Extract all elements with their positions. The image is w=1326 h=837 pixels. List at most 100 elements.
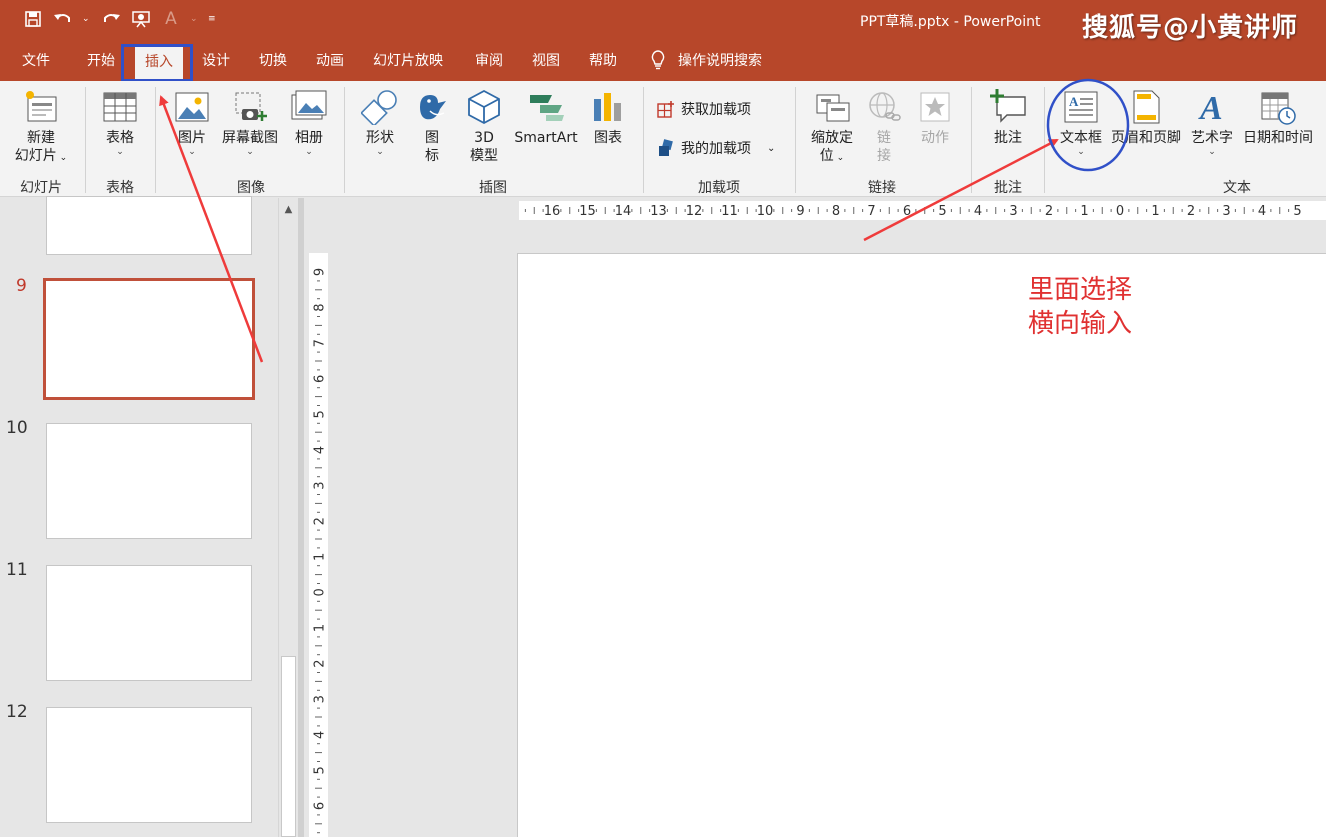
textbox-button[interactable]: A 文本框 ⌄ [1054,89,1108,157]
new-comment-icon [990,89,1026,123]
wordart-label: 艺术字 [1191,130,1233,146]
ruler-tick-label: 0 [313,588,328,596]
tab-view[interactable]: 视图 [532,50,560,70]
slide-canvas[interactable] [517,253,1326,837]
document-title: PPT草稿.pptx - PowerPoint [860,14,1041,30]
ruler-tick-label: 9 [313,268,328,276]
screenshot-label: 屏幕截图 [222,130,278,146]
icons-button[interactable]: 图 标 [412,89,452,165]
ribbon-separator [643,87,644,193]
star-action-icon [920,92,950,122]
header-footer-icon [1133,90,1160,124]
tell-me-search[interactable]: 操作说明搜索 [650,50,762,70]
tab-file[interactable]: 文件 [22,50,50,70]
svg-text:A: A [1198,90,1223,125]
tab-animations[interactable]: 动画 [316,50,344,70]
zoom-button[interactable]: 缩放定 位 ⌄ [806,89,858,167]
header-footer-button[interactable]: 页眉和页脚 [1106,89,1186,147]
ruler-tick-label: 5 [313,766,328,774]
header-footer-label: 页眉和页脚 [1111,130,1181,146]
ribbon-separator [85,87,86,193]
store-icon [657,101,674,118]
tab-review[interactable]: 审阅 [475,50,503,70]
ribbon-separator [344,87,345,193]
ruler-tick-label: 12 [686,204,703,219]
ribbon-tab-row: 文件 开始 插入 设计 切换 动画 幻灯片放映 审阅 视图 帮助 操作说明搜索 [0,42,1326,81]
ruler-tick-label: 13 [650,204,667,219]
group-label-tables: 表格 [106,180,134,196]
shapes-icon [361,90,397,125]
ribbon-separator [1044,87,1045,193]
new-slide-button[interactable]: 新建 幻灯片 ⌄ [10,89,72,167]
thumbnail-scrollbar[interactable]: ▲ [278,198,298,837]
new-slide-label-1: 新建 [27,130,55,146]
picture-icon [175,92,209,122]
cube-icon [468,89,500,125]
table-button[interactable]: 表格 ⌄ [98,89,142,157]
ribbon-separator [795,87,796,193]
ruler-tick-label: 8 [832,204,840,219]
svg-text:A: A [1069,94,1079,109]
calendar-clock-icon [1261,92,1296,125]
horizontal-ruler: 16 15 14 13 12 11 10 9 8 7 6 5 4 3 2 1 0 1 2 3 4 5 [519,201,1326,220]
wordart-button[interactable]: A 艺术字 ⌄ [1186,89,1238,157]
undo-dropdown-icon[interactable]: ⌄ [82,14,92,24]
group-label-slides: 幻灯片 [20,180,62,196]
ribbon-separator [155,87,156,193]
shapes-button[interactable]: 形状 ⌄ [358,89,402,157]
smartart-label: SmartArt [514,130,578,146]
customize-qat-icon[interactable]: ≡ [208,14,218,24]
tab-transitions[interactable]: 切换 [259,50,287,70]
undo-icon[interactable] [52,8,74,30]
slide-thumbnail[interactable] [46,565,252,681]
ruler-tick-label: 2 [313,659,328,667]
ruler-tick-label: 5 [1293,204,1301,219]
ruler-tick-label: 3 [1222,204,1230,219]
link-label-1: 链 [877,130,891,146]
screenshot-icon [235,92,267,121]
ruler-tick-label: 7 [313,339,328,347]
my-addins-button[interactable]: 我的加载项 ⌄ [657,138,775,158]
shapes-label: 形状 [366,130,394,146]
slide-number: 9 [16,276,27,296]
get-addins-button[interactable]: 获取加载项 [657,99,751,119]
scroll-up-icon[interactable]: ▲ [279,200,298,218]
action-button: 动作 [912,89,958,147]
date-time-button[interactable]: 日期和时间 [1238,89,1318,147]
ruler-tick-label: 6 [313,802,328,810]
link-label-2: 接 [877,148,891,164]
globe-link-icon [869,92,901,121]
group-label-illustrations: 插图 [479,180,507,196]
present-icon[interactable] [130,8,152,30]
slide-thumbnail[interactable] [46,196,252,255]
ruler-tick-label: 4 [974,204,982,219]
tab-slideshow[interactable]: 幻灯片放映 [373,50,443,70]
tab-home[interactable]: 开始 [87,50,115,70]
scroll-thumb[interactable] [281,656,296,837]
my-addins-label: 我的加载项 [681,141,751,157]
slide-thumbnail-current[interactable] [43,278,255,400]
my-addins-dropdown-icon[interactable]: ⌄ [767,143,775,154]
ruler-tick-label: 0 [1116,204,1124,219]
smartart-button[interactable]: SmartArt [512,89,580,147]
group-label-comments: 批注 [994,180,1022,196]
chart-button[interactable]: 图表 [588,89,628,147]
pictures-button[interactable]: 图片 ⌄ [172,89,212,157]
save-icon[interactable] [22,8,44,30]
ruler-tick-label: 11 [721,204,738,219]
slide-thumbnail[interactable] [46,423,252,539]
3d-models-label-2: 模型 [470,148,498,164]
annotation-text: 里面选择 横向输入 [1028,273,1132,341]
group-label-text: 文本 [1223,180,1251,196]
photo-album-button[interactable]: 相册 ⌄ [288,89,330,157]
3d-models-button[interactable]: 3D 模型 [462,89,506,165]
slide-thumbnail[interactable] [46,707,252,823]
tab-help[interactable]: 帮助 [589,50,617,70]
tab-design[interactable]: 设计 [202,50,230,70]
comment-button[interactable]: 批注 [984,89,1032,147]
redo-icon[interactable] [100,8,122,30]
screenshot-button[interactable]: 屏幕截图 ⌄ [218,89,282,157]
action-label: 动作 [921,130,949,146]
my-addins-icon [659,139,673,156]
smartart-icon [530,95,564,121]
